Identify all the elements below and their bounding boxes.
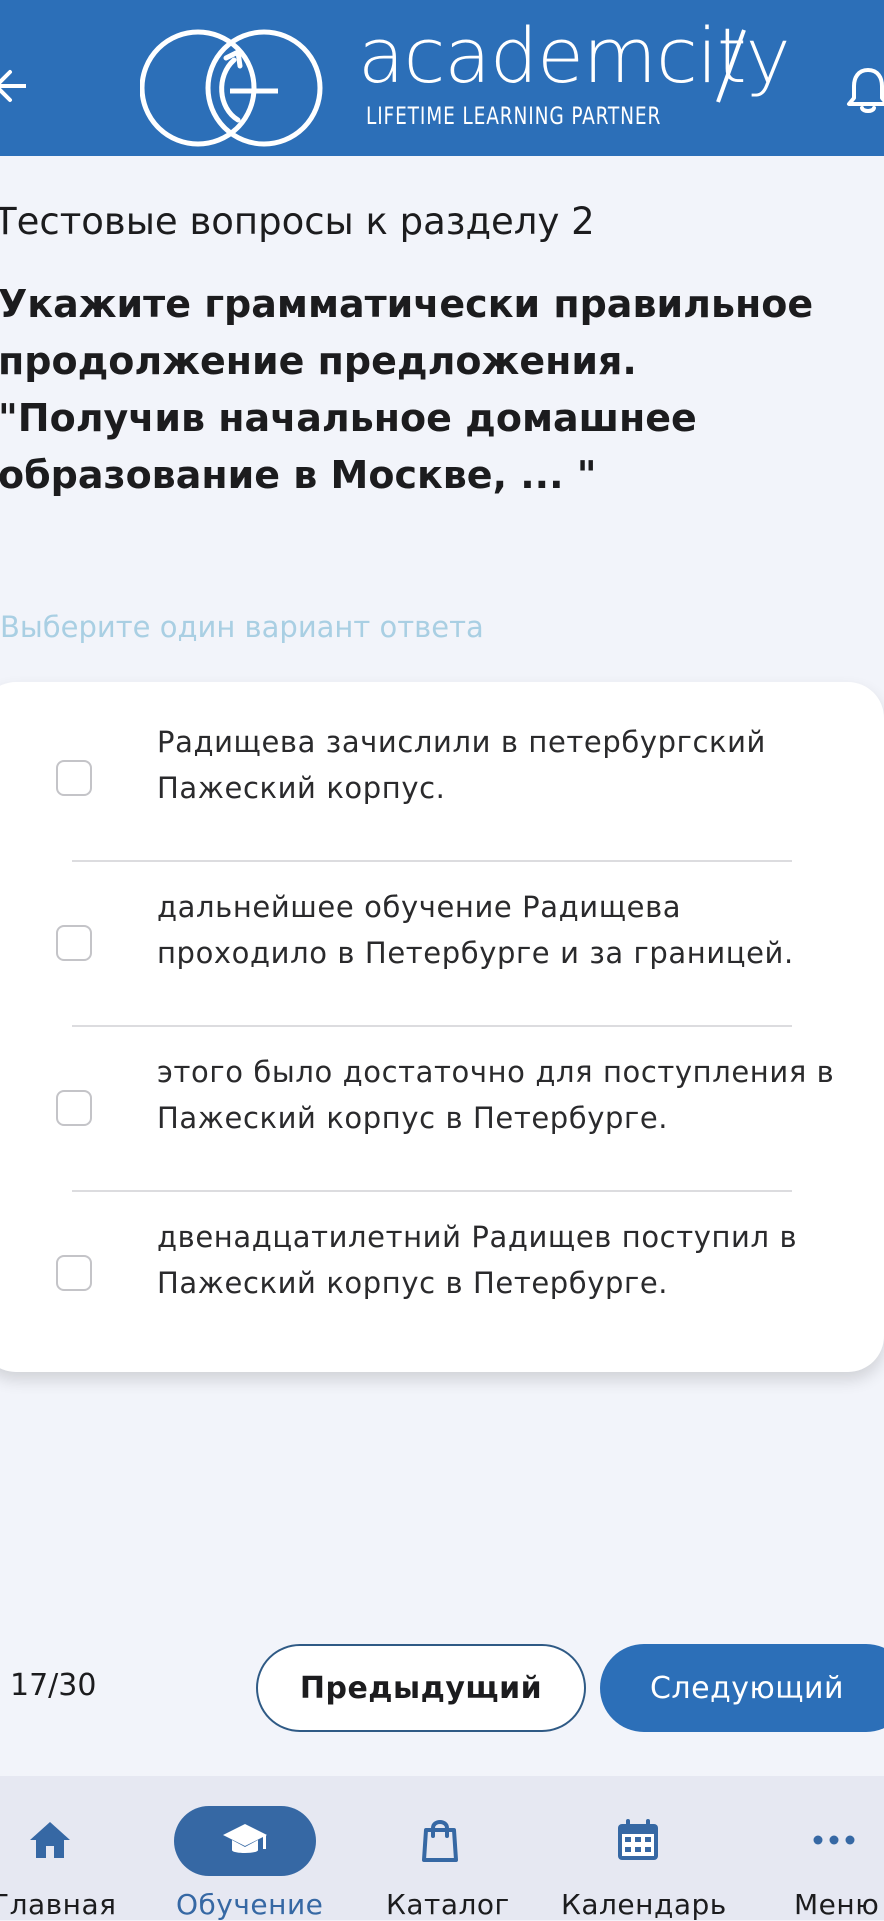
answer-checkbox[interactable] (56, 1090, 92, 1126)
bell-icon (847, 68, 884, 113)
answer-option-text: этого было достаточно для поступления в … (157, 1049, 877, 1141)
question-counter: 17/30 (10, 1668, 97, 1703)
graduation-cap-icon (223, 1824, 267, 1853)
answer-hint: Выберите один вариант ответа (0, 610, 484, 644)
nav-label: Обучение (176, 1888, 324, 1921)
answer-line: дальнейшее обучение Радищева (157, 890, 682, 924)
nav-label: Календарь (561, 1888, 727, 1921)
answers-card: Радищева зачислили в петербургский Пажес… (0, 682, 884, 1372)
shopping-bag-icon (422, 1820, 458, 1862)
app-header: academcity LIFETIME LEARNING PARTNER (0, 0, 884, 156)
brand-tagline: LIFETIME LEARNING PARTNER (366, 102, 662, 130)
answer-checkbox[interactable] (56, 760, 92, 796)
nav-item-catalog[interactable]: Каталог (370, 1776, 510, 1921)
question-text: Укажите грамматически правильное продолж… (0, 276, 858, 504)
nav-label: Меню (794, 1888, 880, 1921)
answer-option-text: Радищева зачислили в петербургский Пажес… (157, 719, 877, 811)
nav-item-menu[interactable]: Меню (780, 1776, 884, 1921)
home-icon (30, 1822, 70, 1858)
section-title: Тестовые вопросы к разделу 2 (0, 200, 595, 243)
answer-option-3[interactable]: этого было достаточно для поступления в … (0, 1012, 884, 1177)
answer-option-text: дальнейшее обучение Радищева проходило в… (157, 884, 877, 976)
answer-option-1[interactable]: Радищева зачислили в петербургский Пажес… (0, 682, 884, 847)
nav-label: Главная (0, 1888, 117, 1921)
nav-item-learning[interactable]: Обучение (160, 1776, 330, 1921)
arrow-left-icon (0, 70, 28, 102)
answer-checkbox[interactable] (56, 1255, 92, 1291)
answer-line: двенадцатилетний Радищев поступил в (157, 1220, 798, 1254)
answer-checkbox[interactable] (56, 925, 92, 961)
nav-item-home[interactable]: Главная (0, 1776, 116, 1921)
answer-line: Пажеский корпус в Петербурге. (157, 1266, 669, 1300)
academcity-logo-icon (140, 29, 323, 147)
answer-option-4[interactable]: двенадцатилетний Радищев поступил в Паже… (0, 1177, 884, 1342)
answer-option-2[interactable]: дальнейшее обучение Радищева проходило в… (0, 847, 884, 1012)
question-line: Укажите грамматически правильное (0, 282, 814, 326)
answer-line: проходило в Петербурге и за границей. (157, 936, 794, 970)
back-button[interactable] (0, 66, 28, 106)
previous-button[interactable]: Предыдущий (256, 1644, 586, 1732)
answer-line: этого было достаточно для поступления в (157, 1055, 835, 1089)
question-line: "Получив начальное домашнее (0, 396, 697, 440)
next-button[interactable]: Следующий (600, 1644, 884, 1732)
question-line: продолжение предложения. (0, 339, 637, 383)
logo-slash-mark (716, 29, 746, 103)
answer-option-text: двенадцатилетний Радищев поступил в Паже… (157, 1214, 877, 1306)
nav-item-calendar[interactable]: Календарь (555, 1776, 727, 1921)
nav-label: Каталог (386, 1888, 510, 1921)
answer-line: Радищева зачислили в петербургский (157, 725, 766, 759)
answer-line: Пажеский корпус. (157, 771, 446, 805)
question-line: образование в Москве, ... " (0, 453, 597, 497)
bottom-nav: Главная Обучение Каталог Календарь Меню (0, 1776, 884, 1921)
more-dots-icon (813, 1835, 855, 1845)
notifications-button[interactable] (846, 66, 884, 114)
answer-line: Пажеский корпус в Петербурге. (157, 1101, 669, 1135)
calendar-icon (618, 1819, 658, 1860)
